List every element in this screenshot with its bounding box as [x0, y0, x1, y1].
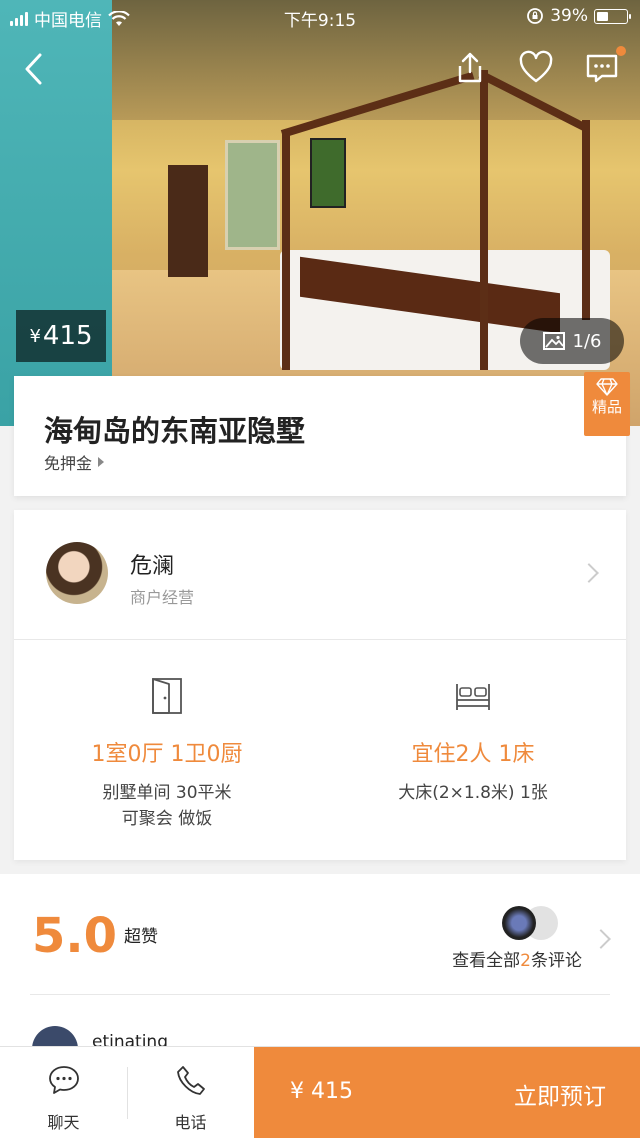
hero-painting [310, 138, 346, 208]
chat-bubble-icon [48, 1066, 79, 1094]
reviewer-avatar-small [502, 906, 536, 940]
bed-icon [456, 684, 490, 710]
guest-capacity: 宜住2人 1床 [411, 742, 535, 767]
chat-button[interactable]: 聊天 [0, 1047, 127, 1138]
bed-post [282, 130, 290, 370]
host-name: 危澜 [130, 554, 175, 579]
host-card: 危澜 商户经营 1室0厅 1卫0厨 别墅单间 30平米 可聚会 做饭 宜住2人 … [14, 510, 626, 860]
bed-post [480, 70, 488, 370]
hero-door [168, 165, 208, 277]
hero-window [225, 140, 280, 250]
caret-right-icon [98, 457, 105, 467]
book-price: ¥ 415 [290, 1079, 353, 1104]
hero-wall [0, 0, 112, 426]
image-icon [542, 332, 565, 350]
currency-symbol: ¥ [29, 325, 41, 347]
phone-icon [176, 1066, 205, 1095]
diamond-icon [596, 378, 618, 396]
reviews-link-prefix: 查看全部 [452, 951, 521, 971]
chevron-right-icon [591, 929, 611, 949]
chat-label: 聊天 [47, 1113, 80, 1132]
bed-spec: 宜住2人 1床 大床(2×1.8米) 1张 [320, 640, 626, 860]
bed-size: 大床(2×1.8米) 1张 [398, 783, 548, 803]
book-now-label: 立即预订 [514, 1084, 606, 1110]
room-type-area: 别墅单间 30平米 [102, 783, 232, 803]
battery-icon [594, 8, 631, 24]
listing-title-card: 海甸岛的东南亚隐墅 免押金 [14, 376, 626, 496]
review-count: 2 [520, 951, 531, 971]
host-row[interactable]: 危澜 商户经营 [14, 510, 626, 640]
rotation-lock-icon [527, 8, 544, 24]
phone-label: 电话 [174, 1113, 207, 1132]
review-score-label: 超赞 [124, 927, 158, 947]
divider [30, 994, 610, 995]
message-icon[interactable] [584, 50, 620, 86]
view-all-reviews-link[interactable]: 查看全部2条评论 [452, 946, 582, 971]
photo-counter-text: 1/6 [572, 330, 602, 352]
premium-label: 精品 [591, 398, 622, 416]
review-score: 5.0 [32, 908, 118, 964]
battery-percent: 39% [550, 6, 588, 26]
share-icon[interactable] [452, 50, 488, 86]
book-now-button[interactable]: ¥ 415 立即预订 [254, 1047, 640, 1138]
host-avatar [46, 542, 108, 604]
hero-price: 415 [42, 321, 93, 351]
status-bar: 中国电信 下午9:15 39% [0, 0, 640, 34]
chevron-right-icon [579, 563, 599, 583]
notification-dot [616, 46, 626, 56]
premium-badge: 精品 [584, 372, 630, 436]
deposit-label: 免押金 [44, 454, 93, 473]
deposit-link[interactable]: 免押金 [44, 450, 105, 474]
hero-price-tag: ¥ 415 [16, 310, 106, 362]
room-layout: 1室0厅 1卫0厨 [91, 742, 243, 767]
phone-button[interactable]: 电话 [127, 1047, 254, 1138]
back-icon[interactable] [22, 52, 46, 86]
bottom-action-bar: 聊天 电话 ¥ 415 立即预订 [0, 1046, 640, 1138]
bed-post [582, 120, 590, 320]
host-role: 商户经营 [130, 588, 195, 607]
listing-title: 海甸岛的东南亚隐墅 [44, 414, 306, 448]
door-icon [152, 678, 182, 714]
room-features: 可聚会 做饭 [121, 809, 213, 829]
favorite-heart-icon[interactable] [518, 50, 554, 86]
reviews-link-suffix: 条评论 [531, 951, 582, 971]
room-layout-spec: 1室0厅 1卫0厨 别墅单间 30平米 可聚会 做饭 [14, 640, 320, 860]
photo-counter[interactable]: 1/6 [520, 318, 624, 364]
